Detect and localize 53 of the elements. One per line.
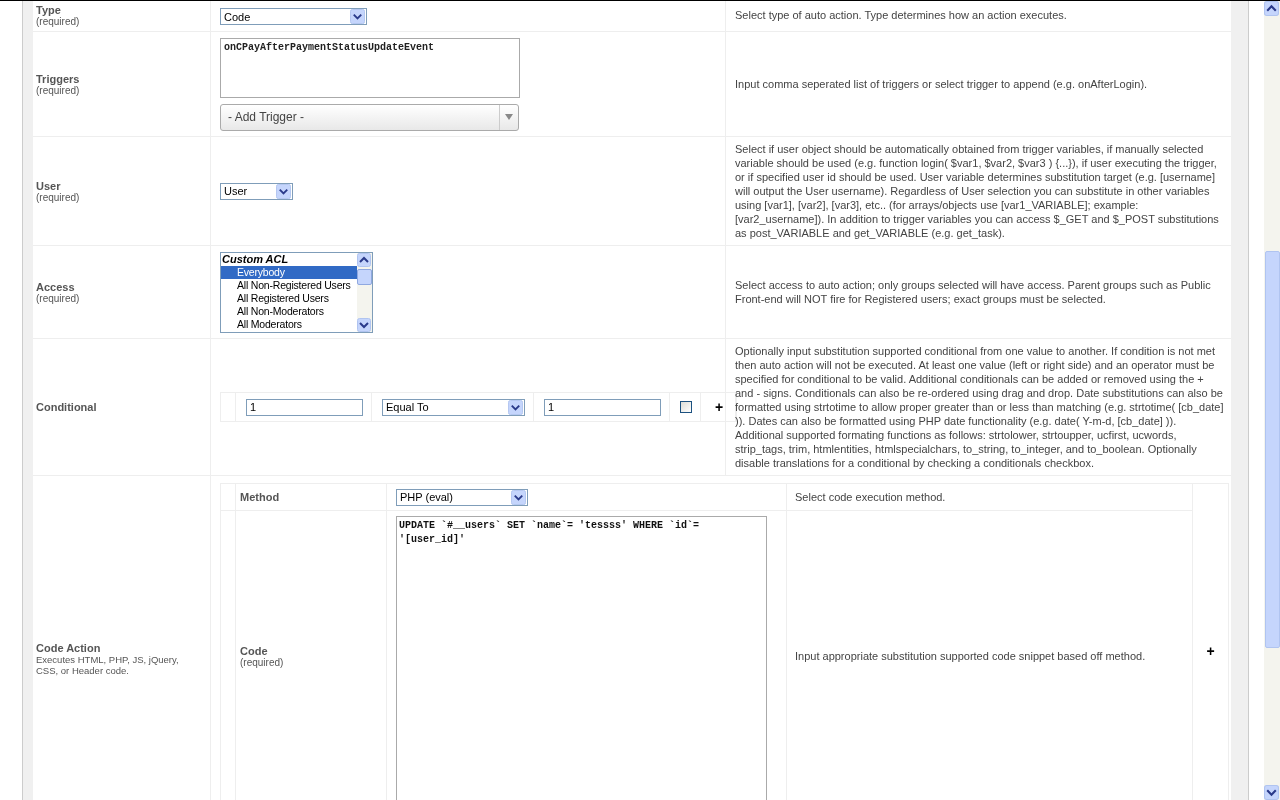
field-label: Triggers bbox=[36, 72, 80, 85]
field-label: Code bbox=[240, 644, 269, 657]
chevron-down-icon bbox=[357, 317, 371, 332]
listbox-option[interactable]: Everybody bbox=[221, 265, 357, 279]
add-button[interactable]: + bbox=[1202, 642, 1219, 659]
scrollbar-thumb[interactable] bbox=[1265, 251, 1280, 648]
dropdown-select[interactable]: User bbox=[220, 182, 293, 200]
chevron-down-icon bbox=[276, 183, 291, 199]
caret-down-icon bbox=[505, 114, 513, 120]
listbox-option[interactable]: All Non-Moderators bbox=[221, 304, 357, 318]
left-value-field[interactable]: 1 bbox=[246, 398, 363, 416]
field-description: Select code execution method. bbox=[795, 491, 946, 503]
chevron-down-icon bbox=[511, 489, 526, 505]
operator-select[interactable]: Equal To bbox=[382, 398, 525, 416]
option-group-label: Custom ACL bbox=[221, 252, 290, 266]
field-description: Input comma seperated list of triggers or select trigger to append (e.g. onAfterLogin). bbox=[735, 77, 1148, 91]
chevron-up-icon bbox=[1264, 1, 1279, 16]
chevron-down-icon bbox=[1264, 785, 1279, 800]
listbox-option[interactable]: All Moderators bbox=[221, 317, 357, 331]
field-hint: (required) bbox=[240, 656, 284, 668]
scrollbar[interactable] bbox=[1264, 1, 1280, 800]
field-description: Optionally input substitution supported conditional from one value to another. If condition is not met then auto action will not be executed. At least one value (left or right side) and an operator must be specified for conditional to be valid. Additional conditionals can be added or removed using the + and - signs. Conditionals can also be re-ordered using drag and drop. Date substitutions can also be formatted using strtotime to allow proper greater than or less than matching (e.g. strtotime( [cb_date] )). Dates can also be formatted using PHP date functionality (e.g. date( Y-m-d, [cb_date] )). Additional supported formating functions as follows: strtolower, strtoupper, ucfirst, ucwords, strip_tags, trim, htmlentities, htmlspecialchars, to_string, to_integer, and to_boolean. Optionally disable translations for a conditional by checking a conditionals checkbox. bbox=[735, 344, 1225, 470]
field-label: Method bbox=[240, 491, 280, 503]
access-listbox[interactable]: Custom ACL Everybody All Non-Registered Users All Registered Users All Non-Moderators All Moderators bbox=[220, 251, 373, 333]
scrollbar[interactable] bbox=[357, 252, 372, 332]
field-label: Access bbox=[36, 280, 76, 293]
chevron-down-icon bbox=[508, 399, 523, 415]
listbox-option[interactable]: All Registered Users bbox=[221, 291, 357, 305]
field-hint: (required) bbox=[36, 16, 80, 27]
field-description: Select type of auto action. Type determines how an action executes. bbox=[735, 8, 1067, 22]
code-field[interactable]: UPDATE `#__users` SET `name`= 'tessss' WHERE `id`= '[user_id]' bbox=[396, 516, 767, 800]
field-label: Code Action bbox=[36, 642, 102, 654]
field-hint: (required) bbox=[36, 292, 80, 304]
chevron-up-icon bbox=[357, 252, 371, 267]
triggers-field[interactable]: onCPayAfterPaymentStatusUpdateEvent bbox=[220, 37, 520, 98]
field-hint: Executes HTML, PHP, JS, jQuery, CSS, or Header code. bbox=[36, 654, 180, 676]
scrollbar-thumb[interactable] bbox=[357, 268, 372, 285]
right-value-field[interactable]: 1 bbox=[544, 398, 661, 416]
add-trigger-select[interactable]: - Add Trigger - bbox=[220, 103, 519, 131]
field-label: Conditional bbox=[36, 401, 97, 413]
dropdown-select[interactable]: Code bbox=[220, 8, 367, 25]
field-label: Type bbox=[36, 4, 61, 16]
listbox-option[interactable]: All Non-Registered Users bbox=[221, 278, 357, 292]
field-label: User bbox=[36, 179, 62, 192]
field-hint: (required) bbox=[36, 84, 80, 96]
chevron-down-icon bbox=[350, 9, 365, 24]
field-hint: (required) bbox=[36, 191, 80, 203]
field-description: Select if user object should be automatically obtained from trigger variables, if manually selected variable should be used (e.g. function login( $var1, $var2, $var3 ) {...}), if user executing the trigger, or if specified user id should be used. User variable determines substitution target (e.g. [username] will output the User username). Regardless of User selection you can substitute in other variables using [var1], [var2], [var3], etc.. (for arrays/objects use [var1_VARIABLE]; example: [var2_username]). In addition to trigger variables you can access $_GET and $_POST substitutions as post_VARIABLE and get_VARIABLE (e.g. get_task). bbox=[735, 142, 1220, 240]
add-button[interactable]: + bbox=[711, 399, 728, 415]
field-description: Input appropriate substitution supported code snippet based off method. bbox=[795, 650, 1146, 662]
method-select[interactable]: PHP (eval) bbox=[396, 488, 528, 506]
checkbox[interactable] bbox=[680, 401, 692, 413]
field-description: Select access to auto action; only groups selected will have access. Parent groups such as Public Front-end will NOT fire for Registered users; exact groups must be selected. bbox=[735, 278, 1212, 306]
